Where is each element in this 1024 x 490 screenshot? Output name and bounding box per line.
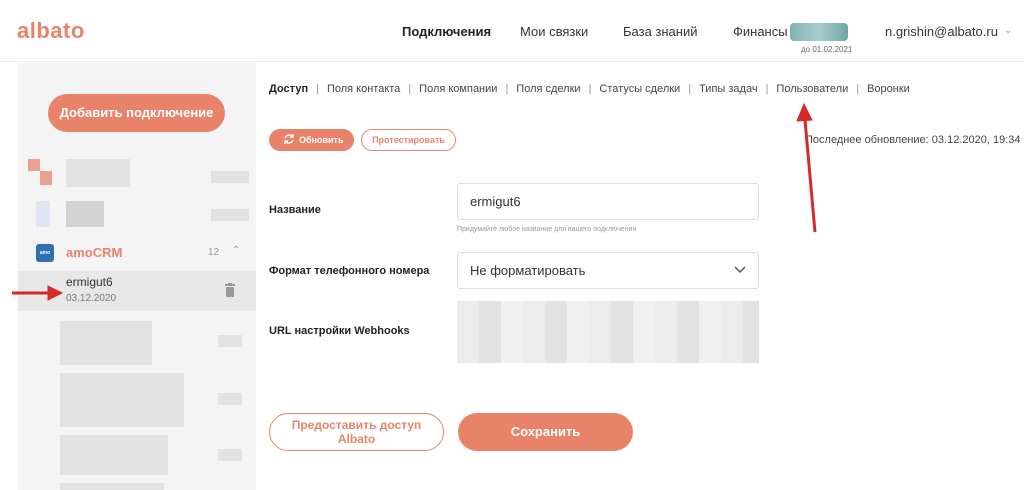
connection-name: ermigut6	[66, 275, 113, 289]
redacted-item	[60, 373, 184, 427]
webhook-label: URL настройки Webhooks	[269, 325, 410, 337]
connection-item-selected[interactable]: ermigut6 03.12.2020	[18, 271, 256, 311]
refresh-icon	[284, 134, 294, 144]
tab-deal-fields[interactable]: Поля сделки	[516, 83, 580, 95]
refresh-button[interactable]: Обновить	[269, 129, 354, 151]
name-label: Название	[269, 204, 321, 216]
amocrm-group[interactable]: amo amoCRM 12 ⌃	[18, 238, 256, 268]
redacted-count	[211, 171, 249, 183]
trash-icon[interactable]	[224, 283, 236, 297]
redacted-item	[60, 435, 168, 475]
test-button[interactable]: Протестировать	[361, 129, 456, 151]
add-connection-button[interactable]: Добавить подключение	[48, 94, 225, 132]
redacted-item	[60, 321, 152, 365]
refresh-label: Обновить	[299, 135, 344, 145]
redacted-logo	[40, 171, 52, 185]
grant-access-button[interactable]: Предоставить доступ Albato	[269, 413, 444, 451]
redacted-count	[218, 335, 242, 347]
redacted-item	[66, 201, 104, 227]
finance-until-date: до 01.02.2021	[801, 45, 853, 54]
chevron-up-icon[interactable]: ⌃	[232, 245, 240, 256]
phone-format-value: Не форматировать	[470, 263, 586, 278]
tab-contact-fields[interactable]: Поля контакта	[327, 83, 400, 95]
nav-connections[interactable]: Подключения	[402, 24, 491, 39]
finance-balance-redacted	[790, 23, 848, 41]
amocrm-group-count: 12	[208, 247, 220, 258]
phone-format-select[interactable]: Не форматировать	[457, 252, 759, 289]
last-update-text: Последнее обновление: 03.12.2020, 19:34	[805, 134, 1021, 146]
top-bar: albato Подключения Мои связки База знани…	[0, 0, 1024, 62]
chevron-down-icon	[734, 266, 746, 274]
amocrm-logo-icon: amo	[36, 244, 54, 262]
redacted-count	[211, 209, 249, 221]
chevron-down-icon[interactable]: ⌄	[1004, 25, 1012, 36]
tab-access[interactable]: Доступ	[269, 83, 308, 95]
albato-logo[interactable]: albato	[17, 18, 85, 44]
name-hint: Придумайте любое название для вашего под…	[457, 226, 637, 233]
save-button[interactable]: Сохранить	[458, 413, 633, 451]
redacted-item	[66, 159, 130, 187]
webhook-url-redacted	[457, 301, 759, 363]
tab-task-types[interactable]: Типы задач	[699, 83, 758, 95]
connection-settings: Доступ | Поля контакта | Поля компании | Поля …	[256, 63, 1024, 490]
redacted-logo	[36, 201, 50, 227]
user-menu[interactable]: n.grishin@albato.ru	[885, 24, 998, 39]
amocrm-group-name: amoCRM	[66, 245, 123, 260]
nav-knowledge-base[interactable]: База знаний	[623, 24, 698, 39]
connections-sidebar: Добавить подключение amo amoCRM 12 ⌃ erm…	[18, 63, 256, 490]
name-input[interactable]: ermigut6	[457, 183, 759, 220]
nav-my-bundles[interactable]: Мои связки	[520, 24, 588, 39]
grant-access-label-line1: Предоставить доступ	[291, 418, 422, 432]
phone-format-label: Формат телефонного номера	[269, 265, 430, 277]
tab-pipelines[interactable]: Воронки	[867, 83, 910, 95]
nav-finance[interactable]: Финансы	[733, 24, 788, 39]
tab-deal-statuses[interactable]: Статусы сделки	[599, 83, 680, 95]
redacted-count	[218, 393, 242, 405]
grant-access-label-line2: Albato	[337, 432, 376, 446]
redacted-item	[60, 483, 164, 490]
tab-company-fields[interactable]: Поля компании	[419, 83, 497, 95]
redacted-logo	[28, 159, 40, 171]
connection-date: 03.12.2020	[66, 293, 117, 304]
settings-tabs: Доступ | Поля контакта | Поля компании | Поля …	[269, 83, 910, 95]
tab-users[interactable]: Пользователи	[776, 83, 848, 95]
redacted-count	[218, 449, 242, 461]
